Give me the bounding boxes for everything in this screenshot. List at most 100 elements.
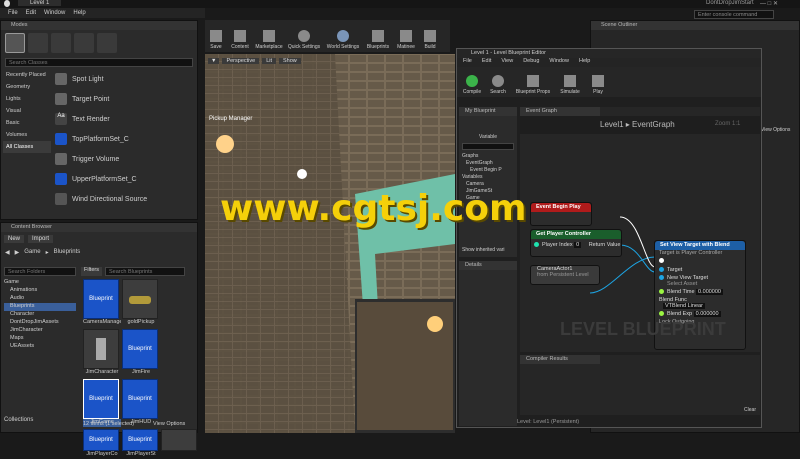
content-button[interactable]: Content (227, 30, 253, 50)
matinee-button[interactable]: Matinee (393, 30, 419, 50)
compiler-results-tab[interactable]: Compiler Results (520, 355, 600, 364)
paint-mode-icon[interactable] (28, 33, 48, 53)
show-button[interactable]: Show (279, 58, 301, 64)
object-pin-icon[interactable] (659, 267, 664, 273)
clear-button[interactable]: Clear (744, 407, 756, 413)
breadcrumb-blueprints[interactable]: Blueprints (54, 249, 81, 255)
asset-tile[interactable]: Blueprint JimFire (122, 329, 160, 377)
list-item[interactable]: Spot Light (55, 69, 190, 89)
folder-item[interactable]: Game (4, 279, 76, 287)
folder-item[interactable]: JimCharacter (4, 327, 76, 335)
asset-tile[interactable]: JimCharacter (83, 329, 121, 377)
folder-item[interactable]: Audio (4, 295, 76, 303)
new-button[interactable]: New (4, 235, 25, 243)
foliage-mode-icon[interactable] (74, 33, 94, 53)
compile-button[interactable]: Compile (461, 75, 483, 95)
category-recently-placed[interactable]: Recently Placed (3, 69, 51, 81)
list-item[interactable]: UpperPlatformSet_C (55, 169, 190, 189)
perspective-button[interactable]: Perspective (222, 58, 260, 64)
tree-item[interactable]: Event Begin P (462, 167, 517, 174)
event-begin-play-node[interactable]: Event Begin Play (530, 202, 592, 226)
asset-tile[interactable]: Blueprint CameraManager (83, 279, 121, 327)
category-basic[interactable]: Basic (3, 117, 51, 129)
blueprints-button[interactable]: Blueprints (363, 30, 393, 50)
list-item[interactable]: Wind Directional Source (55, 189, 190, 209)
get-player-controller-node[interactable]: Get Player Controller Player Index 0 Ret… (530, 229, 622, 257)
blend-exp-input[interactable]: 0.000000 (693, 311, 721, 317)
blueprint-props-button[interactable]: Blueprint Props (513, 75, 553, 95)
event-graph[interactable]: Event Graph Level1 ▸ EventGraph Zoom 1:1… (520, 107, 760, 352)
player-index-input[interactable]: 0 (574, 242, 582, 248)
show-inherited-checkbox[interactable]: Show inherited vari (462, 247, 505, 253)
list-item[interactable]: Target Point (55, 89, 190, 109)
menu-window[interactable]: Window (44, 10, 65, 16)
category-volumes[interactable]: Volumes (3, 129, 51, 141)
back-icon[interactable]: ◀ (5, 249, 10, 256)
bp-menu-edit[interactable]: Edit (482, 58, 491, 67)
asset-tile[interactable]: Blueprint JimPlayerCo (83, 429, 121, 459)
search-button[interactable]: Search (487, 75, 509, 95)
asset-search[interactable]: Search Blueprints (104, 267, 185, 276)
place-mode-icon[interactable] (5, 33, 25, 53)
folder-search[interactable]: Search Folders (4, 267, 76, 276)
simulate-button[interactable]: Simulate (557, 75, 583, 95)
blend-func-select[interactable]: VTBlend Linear (663, 303, 705, 309)
folder-item[interactable]: Animations (4, 287, 76, 295)
object-pin-icon[interactable] (659, 275, 664, 281)
import-button[interactable]: Import (28, 235, 54, 243)
geometry-mode-icon[interactable] (97, 33, 117, 53)
blend-time-input[interactable]: 0.000000 (696, 289, 723, 295)
category-lights[interactable]: Lights (3, 93, 51, 105)
asset-tile[interactable]: Blueprint JimGame (83, 379, 121, 427)
list-item[interactable]: TopPlatformSet_C (55, 129, 190, 149)
menu-help[interactable]: Help (73, 10, 85, 16)
category-visual[interactable]: Visual (3, 105, 51, 117)
collections-toggle[interactable]: Collections (4, 417, 33, 423)
float-pin-icon[interactable] (659, 311, 664, 317)
add-variable-button[interactable]: Variable (459, 134, 517, 140)
list-item[interactable]: Trigger Volume (55, 149, 190, 169)
asset-tile[interactable]: goldPickup (122, 279, 160, 327)
asset-tile[interactable]: Blueprint JimPlayerSt (122, 429, 160, 459)
outliner-view-options[interactable]: View Options (761, 127, 790, 133)
lit-button[interactable]: Lit (262, 58, 277, 64)
tree-item[interactable]: EventGraph (462, 160, 517, 167)
category-geometry[interactable]: Geometry (3, 81, 51, 93)
world-settings-button[interactable]: World Settings (323, 30, 363, 50)
modes-tab[interactable]: Modes (1, 21, 197, 30)
asset-tile[interactable] (161, 429, 197, 459)
play-button[interactable]: Play (587, 75, 609, 95)
category-all-classes[interactable]: All Classes (3, 141, 51, 153)
class-search[interactable]: Search Classes (5, 58, 193, 67)
folder-item[interactable]: UEAssets (4, 343, 76, 351)
menu-file[interactable]: File (8, 10, 18, 16)
folder-item[interactable]: DontDropJimAssets (4, 319, 76, 327)
int-pin-icon[interactable] (534, 242, 539, 248)
scene-outliner-tab[interactable]: Scene Outliner (591, 21, 799, 30)
bp-menu-view[interactable]: View (501, 58, 513, 67)
menu-edit[interactable]: Edit (26, 10, 36, 16)
build-button[interactable]: Build (419, 30, 441, 50)
folder-item[interactable]: Blueprints (4, 303, 76, 311)
exec-pin-icon[interactable] (659, 258, 664, 264)
viewport-options-icon[interactable]: ▼ (208, 58, 220, 64)
bp-menu-debug[interactable]: Debug (523, 58, 539, 67)
content-browser-tab[interactable]: Content Browser (1, 223, 197, 232)
breadcrumb-game[interactable]: Game (24, 249, 40, 255)
my-blueprint-tab[interactable]: My Blueprint (459, 107, 517, 116)
bp-menu-window[interactable]: Window (549, 58, 569, 67)
bp-menu-help[interactable]: Help (579, 58, 590, 67)
folder-item[interactable]: Maps (4, 335, 76, 343)
forward-icon[interactable]: ▶ (15, 249, 20, 256)
folder-item[interactable]: Character (4, 311, 76, 319)
float-pin-icon[interactable] (659, 289, 664, 295)
camera-actor-node[interactable]: CameraActor1 from Persistent Level (530, 265, 600, 285)
window-controls[interactable]: — □ ✕ (760, 0, 800, 8)
marketplace-button[interactable]: Marketplace (253, 30, 285, 50)
quick-settings-button[interactable]: Quick Settings (285, 30, 323, 50)
landscape-mode-icon[interactable] (51, 33, 71, 53)
filters-button[interactable]: Filters (81, 267, 102, 276)
level-viewport[interactable]: ▼ Perspective Lit Show Pickup Manager (205, 54, 455, 433)
bp-menu-file[interactable]: File (463, 58, 472, 67)
level-tab[interactable]: Level 1 (18, 0, 62, 6)
